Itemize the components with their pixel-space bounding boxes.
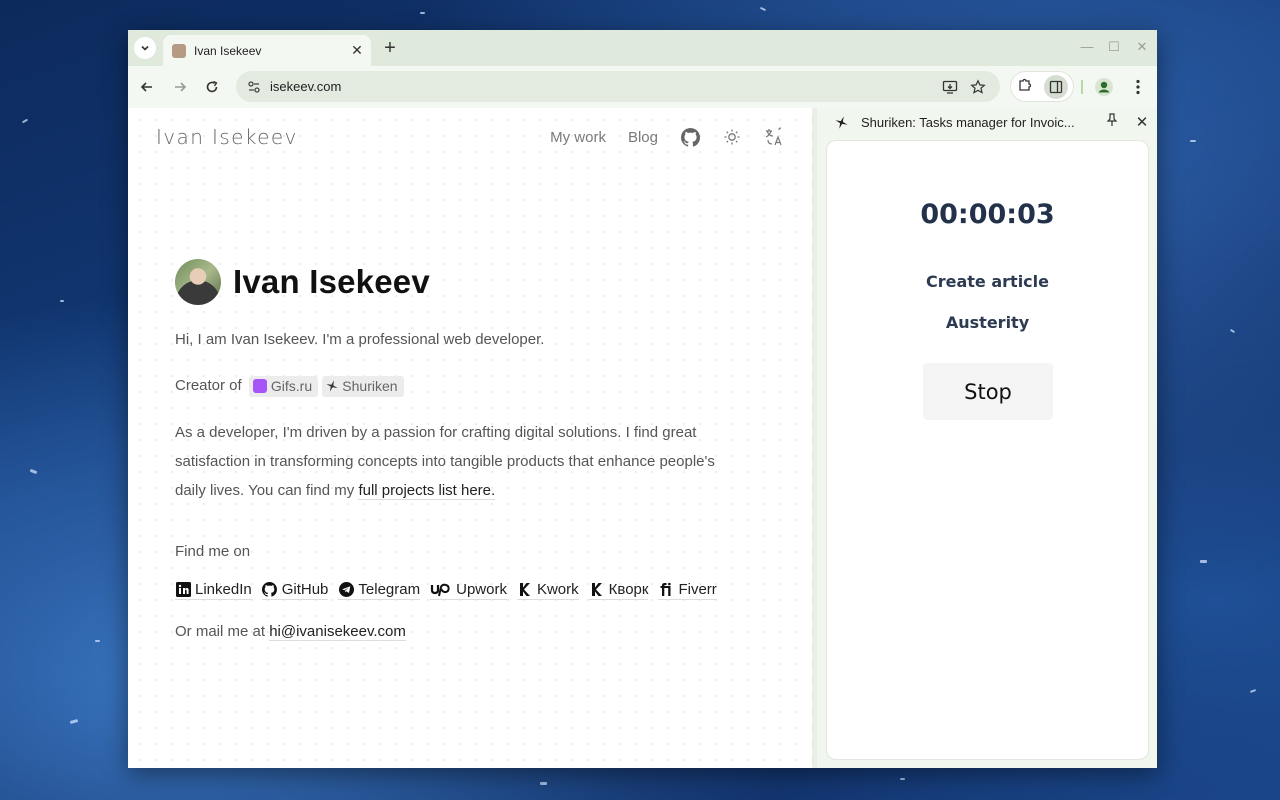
close-panel-icon[interactable]: ✕ <box>1133 113 1151 131</box>
social-linkedin[interactable]: LinkedIn <box>175 581 252 600</box>
creation-label: Shuriken <box>342 377 398 394</box>
social-github[interactable]: GitHub <box>261 581 329 600</box>
mail-line: Or mail me at hi@ivanisekeev.com <box>175 617 406 646</box>
project-name: Austerity <box>945 313 1030 332</box>
side-panel: Shuriken: Tasks manager for Invoic... ✕ … <box>817 108 1157 768</box>
translate-icon[interactable] <box>764 127 784 147</box>
close-window-icon[interactable]: ✕ <box>1132 39 1152 55</box>
nav-blog[interactable]: Blog <box>628 129 658 146</box>
address-bar[interactable]: isekeev.com <box>236 71 1000 102</box>
browser-menu-icon[interactable] <box>1128 76 1148 98</box>
toolbar-separator <box>1081 80 1083 94</box>
tab-title: Ivan Isekeev <box>194 43 262 58</box>
social-label: Kwork <box>536 581 579 598</box>
shuriken-icon <box>834 115 848 129</box>
site-info-icon[interactable] <box>246 79 262 95</box>
browser-window: Ivan Isekeev ✕ + — ☐ ✕ isekeev.com Ivan … <box>128 30 1157 768</box>
creator-prefix: Creator of <box>175 377 242 394</box>
projects-list-link[interactable]: full projects list here. <box>358 482 496 500</box>
new-tab-button[interactable]: + <box>380 37 400 59</box>
social-label: Fiverr <box>678 581 717 598</box>
bookmark-star-icon[interactable] <box>964 73 992 101</box>
kwork-icon <box>517 582 533 598</box>
github-icon <box>262 582 278 598</box>
about-text: As a developer, I'm driven by a passion … <box>175 418 715 505</box>
extensions-group <box>1010 71 1074 102</box>
reload-icon <box>206 80 218 93</box>
site-nav: My work Blog <box>550 127 784 147</box>
hero: Ivan Isekeev <box>175 259 430 305</box>
social-label: Telegram <box>358 581 421 598</box>
about-line: As a developer, I'm driven by a passion … <box>175 424 697 441</box>
site-logo[interactable]: Ivan Isekeev <box>156 125 298 149</box>
theme-sun-icon[interactable] <box>722 127 742 147</box>
back-button[interactable] <box>136 76 158 98</box>
linkedin-icon <box>175 582 191 598</box>
social-label: Upwork <box>456 581 507 598</box>
creation-badge-shuriken[interactable]: Shuriken <box>322 375 404 397</box>
kwork-icon <box>589 582 605 598</box>
maximize-icon[interactable]: ☐ <box>1104 39 1124 55</box>
timer-card: 00:00:03 Create article Austerity Stop <box>826 140 1149 760</box>
nav-my-work[interactable]: My work <box>550 129 606 146</box>
mail-prefix: Or mail me at <box>175 623 266 640</box>
avatar <box>175 259 221 305</box>
forward-button[interactable] <box>169 76 191 98</box>
tab-search-button[interactable] <box>134 37 156 59</box>
email-link[interactable]: hi@ivanisekeev.com <box>269 623 406 641</box>
about-line: satisfaction in transforming concepts in… <box>175 453 715 470</box>
creation-badge-gifs[interactable]: Gifs.ru <box>248 375 319 397</box>
side-panel-toggle-icon[interactable] <box>1043 74 1068 99</box>
task-name: Create article <box>926 272 1049 291</box>
page-title: Ivan Isekeev <box>233 263 430 300</box>
side-panel-header: Shuriken: Tasks manager for Invoic... ✕ <box>817 108 1157 136</box>
stop-button[interactable]: Stop <box>923 363 1053 420</box>
social-kwork[interactable]: Kwork <box>516 581 579 600</box>
minimize-icon[interactable]: — <box>1077 39 1097 54</box>
profile-avatar-icon[interactable] <box>1094 77 1114 97</box>
social-label: Кворк <box>608 581 649 598</box>
shuriken-icon <box>326 380 338 392</box>
telegram-icon <box>338 582 354 598</box>
social-upwork[interactable]: Upwork <box>430 581 507 600</box>
social-kwork-ru[interactable]: Кворк <box>588 581 649 600</box>
tab-active[interactable]: Ivan Isekeev ✕ <box>163 35 371 66</box>
social-label: LinkedIn <box>195 581 252 598</box>
url-text[interactable]: isekeev.com <box>270 79 936 94</box>
timer-display: 00:00:03 <box>920 199 1055 230</box>
about-line-text: daily lives. You can find my <box>175 482 355 499</box>
about-line: daily lives. You can find my full projec… <box>175 476 715 505</box>
intro-text: Hi, I am Ivan Isekeev. I'm a professiona… <box>175 331 545 348</box>
fiverr-icon <box>658 582 674 598</box>
find-me-heading: Find me on <box>175 543 251 560</box>
social-telegram[interactable]: Telegram <box>338 581 421 600</box>
browser-content: Ivan Isekeev My work Blog Ivan Isekeev H… <box>128 108 1157 768</box>
creation-label: Gifs.ru <box>270 377 313 394</box>
upwork-icon <box>430 582 452 598</box>
site-favicon-icon <box>172 43 186 58</box>
social-label: GitHub <box>281 581 329 598</box>
tab-close-icon[interactable]: ✕ <box>347 42 367 59</box>
arrow-left-icon <box>140 82 152 92</box>
social-links: LinkedIn GitHub Telegram Upwork Kwork Кв… <box>175 581 717 600</box>
gifs-logo-icon <box>252 379 267 394</box>
extensions-puzzle-icon[interactable] <box>1017 76 1033 97</box>
social-fiverr[interactable]: Fiverr <box>658 581 717 600</box>
tab-strip: Ivan Isekeev ✕ + — ☐ ✕ <box>128 30 1157 66</box>
side-panel-title[interactable]: Shuriken: Tasks manager for Invoic... <box>861 115 1097 130</box>
web-page: Ivan Isekeev My work Blog Ivan Isekeev H… <box>128 108 812 768</box>
install-app-icon[interactable] <box>936 73 964 101</box>
github-icon[interactable] <box>680 127 700 147</box>
arrow-right-icon <box>175 82 187 92</box>
reload-button[interactable] <box>201 76 223 98</box>
browser-toolbar: isekeev.com <box>128 66 1157 108</box>
creator-line: Creator of Gifs.ru Shuriken <box>175 371 404 400</box>
pin-icon[interactable] <box>1103 112 1121 132</box>
chevron-down-icon <box>141 45 149 51</box>
